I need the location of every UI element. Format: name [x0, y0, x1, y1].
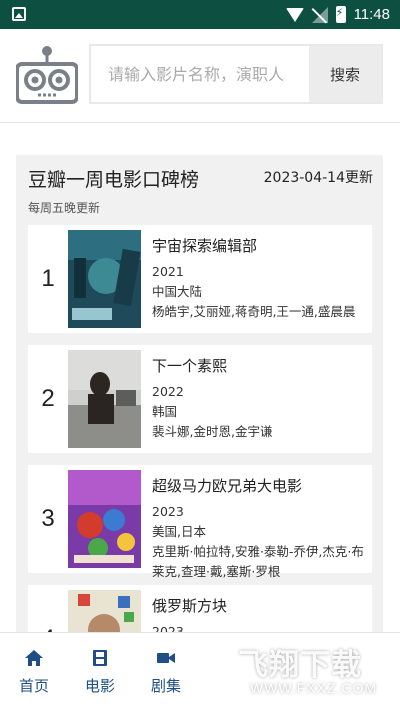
video-camera-icon [157, 653, 175, 663]
movie-rank: 3 [41, 505, 55, 532]
movie-item[interactable]: 3 超级马力欧兄弟大电影 2023 美国,日本 克里斯·帕拉特,安雅·泰勒-乔伊… [28, 465, 372, 579]
film-icon [93, 650, 107, 666]
home-icon [25, 650, 43, 666]
movie-year: 2021 [152, 264, 184, 279]
tab-movies-label: 电影 [84, 677, 115, 695]
movie-poster[interactable] [68, 470, 141, 568]
watermark-logo-icon [188, 645, 236, 695]
movie-item[interactable]: 2 下一个素熙 2022 韩国 裴斗娜,金时恩,金宇谦 [28, 345, 372, 453]
wifi-icon [285, 7, 304, 22]
search-button[interactable]: 搜索 [309, 46, 381, 102]
movie-info: 下一个素熙 2022 韩国 裴斗娜,金时恩,金宇谦 [152, 355, 368, 442]
no-signal-icon [311, 6, 328, 23]
movie-cast: 克里斯·帕拉特,安雅·泰勒-乔伊,杰克·布莱克,查理·戴,塞斯·罗根 [152, 544, 364, 579]
rank-update-date: 2023-04-14更新 [263, 170, 373, 186]
movie-item[interactable]: 4 俄罗斯方块 2023 [28, 585, 372, 635]
status-time: 11:48 [353, 6, 390, 23]
watermark-brand: 飞翔下载 [238, 648, 362, 683]
header-divider [0, 122, 400, 123]
movie-rank: 4 [28, 585, 68, 635]
tab-movies[interactable]: 电影 [68, 633, 132, 711]
movie-poster[interactable] [68, 230, 141, 328]
douban-weekly-rank-panel: 豆瓣一周电影口碑榜 2023-04-14更新 每周五晚更新 1 宇宙探索编辑部 … [16, 155, 383, 635]
site-watermark: 飞翔下载 WWW.FXXZ.COM [188, 632, 400, 711]
search-input[interactable] [91, 46, 309, 102]
movie-year: 2023 [152, 504, 184, 519]
movie-item[interactable]: 1 宇宙探索编辑部 2021 中国大陆 杨皓宇,艾丽娅,蒋奇明,王一通,盛晨晨 [28, 225, 372, 333]
image-notification-icon [12, 7, 26, 21]
movie-region: 美国,日本 [152, 524, 206, 539]
tab-home-label: 首页 [18, 677, 49, 695]
rank-subtitle: 每周五晚更新 [28, 201, 101, 215]
movie-region: 韩国 [152, 404, 178, 419]
movie-rank: 2 [41, 385, 55, 412]
robot-logo-icon [16, 46, 78, 104]
movie-region: 中国大陆 [152, 284, 203, 299]
movie-title: 宇宙探索编辑部 [152, 237, 258, 255]
movie-info: 俄罗斯方块 2023 [152, 595, 368, 635]
movie-rank: 1 [41, 265, 55, 292]
search-bar: 搜索 [89, 44, 383, 104]
status-bar: 11:48 [0, 0, 400, 29]
battery-charging-icon [335, 6, 346, 23]
movie-year: 2022 [152, 384, 184, 399]
movie-info: 宇宙探索编辑部 2021 中国大陆 杨皓宇,艾丽娅,蒋奇明,王一通,盛晨晨 [152, 235, 368, 322]
movie-info: 超级马力欧兄弟大电影 2023 美国,日本 克里斯·帕拉特,安雅·泰勒-乔伊,杰… [152, 475, 368, 582]
rank-title: 豆瓣一周电影口碑榜 [28, 169, 200, 191]
movie-cast: 杨皓宇,艾丽娅,蒋奇明,王一通,盛晨晨 [152, 304, 356, 319]
tab-home[interactable]: 首页 [2, 633, 66, 711]
movie-title: 俄罗斯方块 [152, 597, 228, 615]
movie-cast: 裴斗娜,金时恩,金宇谦 [152, 424, 273, 439]
movie-poster[interactable] [68, 350, 141, 448]
movie-title: 超级马力欧兄弟大电影 [152, 477, 303, 495]
movie-poster[interactable] [68, 590, 141, 635]
system-icons: 11:48 [285, 0, 390, 29]
watermark-url: WWW.FXXZ.COM [250, 680, 378, 696]
movie-title: 下一个素熙 [152, 357, 228, 375]
